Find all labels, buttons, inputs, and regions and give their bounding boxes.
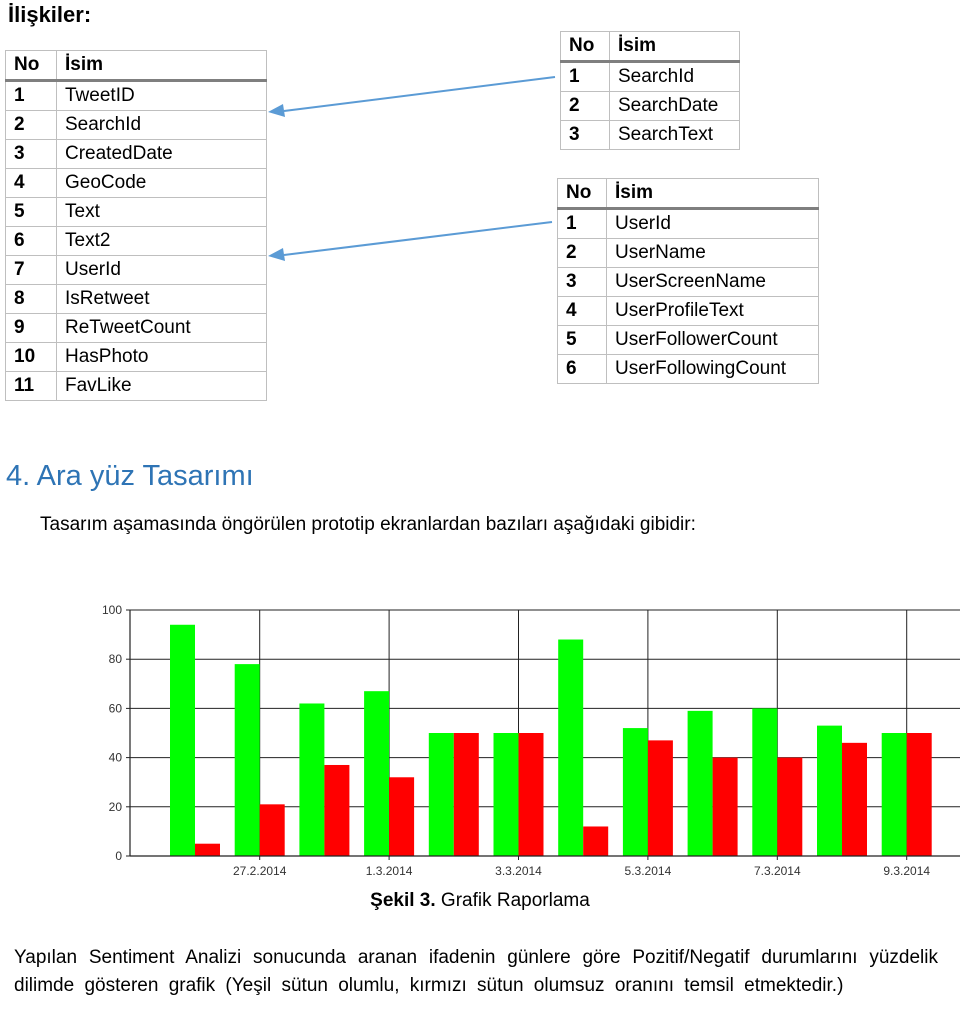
bar-positive: [170, 624, 195, 856]
y-tick-label: 100: [102, 603, 122, 617]
section-title: 4. Ara yüz Tasarımı: [6, 460, 254, 492]
bar-positive: [299, 703, 325, 856]
bar-positive: [752, 708, 778, 856]
y-tick-label: 80: [109, 652, 123, 666]
bar-negative: [906, 733, 932, 856]
bar-positive: [558, 639, 584, 856]
bar-negative: [195, 843, 220, 856]
bar-negative: [518, 733, 544, 856]
x-tick-label: 3.3.2014: [495, 864, 542, 878]
y-tick-label: 20: [109, 800, 123, 814]
bar-negative: [647, 740, 673, 856]
bar-positive: [428, 733, 454, 856]
bar-negative: [842, 742, 867, 856]
bar-positive: [687, 710, 713, 856]
x-tick-label: 1.3.2014: [366, 864, 413, 878]
caption-label: Şekil 3.: [370, 890, 436, 911]
bar-positive: [364, 691, 390, 856]
body-paragraph: Yapılan Sentiment Analizi sonucunda aran…: [14, 947, 938, 996]
x-tick-label: 7.3.2014: [754, 864, 801, 878]
intro-text: Tasarım aşamasında öngörülen prototip ek…: [40, 514, 696, 535]
bar-negative: [389, 777, 415, 856]
relation-arrows: [268, 76, 556, 261]
arrow-user-to-tweet: [268, 221, 553, 261]
x-tick-label: 27.2.2014: [233, 864, 287, 878]
bar-negative: [259, 804, 285, 856]
figure-caption: Şekil 3. Grafik Raporlama: [0, 890, 960, 912]
bar-negative: [324, 764, 350, 856]
bar-positive: [881, 733, 907, 856]
bar-negative: [583, 826, 609, 856]
bar-positive: [493, 733, 519, 856]
bar-positive: [234, 664, 260, 856]
y-tick-label: 40: [109, 751, 123, 765]
bar-negative: [777, 757, 803, 856]
arrow-search-to-tweet: [268, 76, 556, 117]
sentiment-bar-chart: 0 20 40 60 80 100 27.2.2014 1.3.2014 3.3.2014 5.3…: [102, 603, 960, 878]
caption-text: Grafik Raporlama: [435, 890, 590, 911]
bar-positive: [817, 725, 842, 856]
bar-negative: [712, 757, 738, 856]
y-tick-label: 0: [115, 849, 122, 863]
bar-negative: [453, 733, 479, 856]
x-tick-label: 5.3.2014: [625, 864, 672, 878]
bar-positive: [622, 728, 648, 856]
x-tick-label: 9.3.2014: [883, 864, 930, 878]
y-tick-label: 60: [109, 701, 123, 715]
